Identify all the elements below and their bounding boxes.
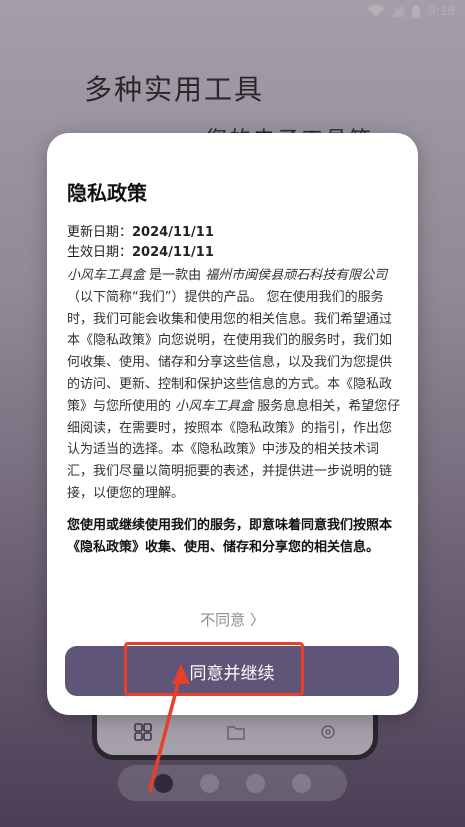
body-segment-1: 是一款由 bbox=[145, 268, 206, 283]
app-name-2: 小风车工具盒 bbox=[175, 398, 254, 414]
app-name: 小风车工具盒 bbox=[67, 268, 146, 283]
policy-body: 小风车工具盒 是一款由 福州市闽侯县顽石科技有限公司 （以下简称“我们”）提供的产… bbox=[67, 265, 403, 505]
agree-continue-button[interactable]: 同意并继续 bbox=[65, 646, 399, 696]
update-date-label: 更新日期： bbox=[67, 225, 133, 240]
effective-date-value: 2024/11/11 bbox=[132, 245, 214, 260]
effective-date-label: 生效日期： bbox=[67, 245, 133, 260]
consent-notice: 您使用或继续使用我们的服务，即意味着同意我们按照本《隐私政策》收集、使用、储存和… bbox=[67, 518, 393, 555]
privacy-dialog: 隐私政策 更新日期：2024/11/11 生效日期：2024/11/11 小风车… bbox=[47, 133, 418, 715]
body-segment-3: 服务息息相关，希望您仔细阅读，在需要时，按照本《隐私政策》的指引，作出您认为适当… bbox=[67, 398, 401, 501]
company-name: 福州市闽侯县顽石科技有限公司 bbox=[205, 268, 388, 283]
update-date-value: 2024/11/11 bbox=[132, 225, 214, 240]
dialog-title: 隐私政策 bbox=[67, 181, 147, 205]
disagree-button[interactable]: 不同意 〉 bbox=[47, 609, 418, 630]
effective-date-row: 生效日期：2024/11/11 bbox=[67, 243, 214, 263]
body-segment-2: （以下简称“我们”）提供的产品。 您在使用我们的服务时，我们可能会收集和使用您的… bbox=[67, 289, 393, 414]
policy-dates: 更新日期：2024/11/11 生效日期：2024/11/11 bbox=[67, 223, 214, 263]
update-date-row: 更新日期：2024/11/11 bbox=[67, 223, 214, 243]
